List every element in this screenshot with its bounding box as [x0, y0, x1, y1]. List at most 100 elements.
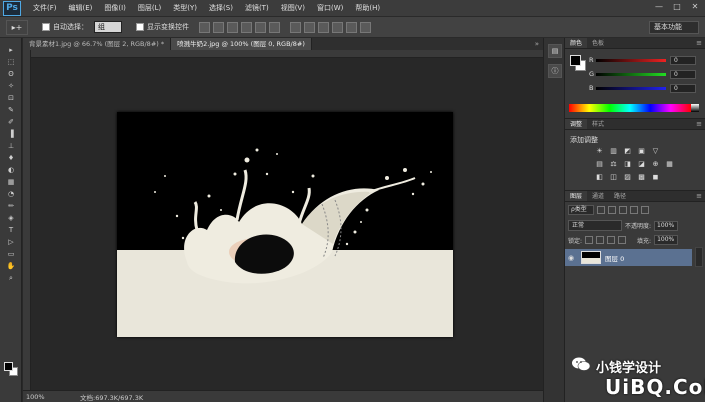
tab-background-material[interactable]: 背景素材1.jpg @ 66.7% (图层 2, RGB/8#) *: [23, 38, 172, 50]
tool-icon-3[interactable]: ✧: [3, 81, 19, 92]
filter-smart-icon[interactable]: [641, 206, 649, 214]
adjustment-icon-2-4[interactable]: ◼: [651, 173, 660, 182]
color-spectrum[interactable]: [569, 104, 691, 112]
green-slider[interactable]: [596, 72, 666, 76]
tab-paths[interactable]: 路径: [609, 191, 631, 201]
menu-item-8[interactable]: 窗口(W): [311, 3, 349, 13]
adjustment-icon-1-3[interactable]: ◪: [637, 160, 646, 169]
adjustment-icon-1-5[interactable]: ▦: [665, 160, 674, 169]
move-tool-preset[interactable]: ▸+: [6, 19, 28, 35]
tool-icon-7[interactable]: ▐: [3, 129, 19, 140]
menu-item-0[interactable]: 文件(F): [27, 3, 63, 13]
distribute-bottom-icon[interactable]: [318, 21, 329, 33]
align-top-icon[interactable]: [199, 21, 210, 33]
tool-icon-16[interactable]: ▷: [3, 237, 19, 248]
tool-icon-11[interactable]: ▦: [3, 177, 19, 188]
red-value[interactable]: 0: [670, 55, 696, 65]
tab-overflow-icon[interactable]: »: [535, 38, 543, 50]
tool-icon-6[interactable]: ✐: [3, 117, 19, 128]
lock-all-icon[interactable]: [618, 236, 627, 244]
layers-panel-menu-icon[interactable]: ≡: [696, 191, 705, 201]
horizontal-ruler[interactable]: [31, 50, 543, 58]
distribute-left-icon[interactable]: [332, 21, 343, 33]
adjustment-icon-1-2[interactable]: ◨: [623, 160, 632, 169]
maximize-button[interactable]: □: [671, 2, 683, 12]
red-slider[interactable]: [596, 58, 666, 62]
blue-slider[interactable]: [596, 86, 666, 90]
auto-select-dropdown[interactable]: 组: [94, 21, 122, 33]
color-fg-swatch[interactable]: [570, 55, 581, 66]
tool-icon-14[interactable]: ◈: [3, 213, 19, 224]
filter-type-icon[interactable]: [619, 206, 627, 214]
adjustment-icon-0-3[interactable]: ▣: [637, 147, 646, 156]
menu-item-9[interactable]: 帮助(H): [349, 3, 386, 13]
canvas-area[interactable]: [23, 50, 543, 390]
tool-icon-1[interactable]: ⬚: [3, 57, 19, 68]
adjustment-icon-2-1[interactable]: ◫: [609, 173, 618, 182]
fill-field[interactable]: 100%: [654, 235, 679, 245]
blend-mode-dropdown[interactable]: 正常: [568, 220, 622, 231]
align-right-icon[interactable]: [269, 21, 280, 33]
menu-item-6[interactable]: 滤镜(T): [239, 3, 275, 13]
tool-icon-13[interactable]: ✏: [3, 201, 19, 212]
align-bottom-icon[interactable]: [227, 21, 238, 33]
tool-icon-9[interactable]: ♦: [3, 153, 19, 164]
menu-item-4[interactable]: 类型(Y): [167, 3, 203, 13]
document-canvas[interactable]: [117, 112, 453, 337]
adjustment-icon-2-2[interactable]: ▨: [623, 173, 632, 182]
history-panel-icon[interactable]: ▤: [548, 44, 562, 58]
tool-icon-17[interactable]: ▭: [3, 249, 19, 260]
tool-icon-15[interactable]: T: [3, 225, 19, 236]
tool-icon-8[interactable]: ⊥: [3, 141, 19, 152]
adjustment-icon-0-1[interactable]: ▥: [609, 147, 618, 156]
align-hcenter-icon[interactable]: [255, 21, 266, 33]
filter-adjustment-icon[interactable]: [608, 206, 616, 214]
tab-layers[interactable]: 图层: [565, 191, 588, 201]
menu-item-2[interactable]: 图像(I): [98, 3, 132, 13]
layer-kind-filter[interactable]: ρ类型: [568, 205, 594, 215]
adjustment-icon-1-1[interactable]: ⚖: [609, 160, 618, 169]
layers-scrollbar[interactable]: [695, 247, 703, 267]
distribute-vcenter-icon[interactable]: [304, 21, 315, 33]
tool-icon-2[interactable]: ʘ: [3, 69, 19, 80]
auto-select-checkbox[interactable]: [42, 23, 50, 31]
adjustment-icon-0-2[interactable]: ◩: [623, 147, 632, 156]
menu-item-1[interactable]: 编辑(E): [63, 3, 99, 13]
menu-item-5[interactable]: 选择(S): [203, 3, 239, 13]
filter-shape-icon[interactable]: [630, 206, 638, 214]
grayscale-ramp[interactable]: [691, 104, 699, 112]
lock-position-icon[interactable]: [607, 236, 616, 244]
tool-icon-19[interactable]: ⌕: [3, 273, 19, 284]
align-vcenter-icon[interactable]: [213, 21, 224, 33]
tool-icon-5[interactable]: ✎: [3, 105, 19, 116]
tab-adjustments[interactable]: 调整: [565, 119, 588, 129]
adjustment-icon-2-3[interactable]: ▩: [637, 173, 646, 182]
lock-transparent-icon[interactable]: [585, 236, 594, 244]
adjustment-icon-0-4[interactable]: ▽: [651, 147, 660, 156]
distribute-hcenter-icon[interactable]: [346, 21, 357, 33]
close-button[interactable]: ✕: [689, 2, 701, 12]
adjustment-icon-1-0[interactable]: ▤: [595, 160, 604, 169]
panel-menu-icon[interactable]: ≡: [696, 38, 705, 48]
tool-icon-18[interactable]: ✋: [3, 261, 19, 272]
tool-icon-10[interactable]: ◐: [3, 165, 19, 176]
vertical-ruler[interactable]: [23, 50, 31, 390]
zoom-level[interactable]: 100%: [26, 393, 54, 401]
layer-row-0[interactable]: ◉ 图层 0: [565, 249, 692, 266]
tool-icon-12[interactable]: ◔: [3, 189, 19, 200]
opacity-field[interactable]: 100%: [654, 220, 679, 231]
minimize-button[interactable]: —: [653, 2, 665, 12]
tab-swatches[interactable]: 色板: [587, 38, 609, 48]
blue-value[interactable]: 0: [670, 83, 696, 93]
green-value[interactable]: 0: [670, 69, 696, 79]
tab-milk-splash[interactable]: 喷溅牛奶2.jpg @ 100% (图层 0, RGB/8#): [171, 38, 312, 50]
menu-item-7[interactable]: 视图(V): [275, 3, 311, 13]
adjustment-icon-0-0[interactable]: ☀: [595, 147, 604, 156]
tool-icon-0[interactable]: ▸: [3, 45, 19, 56]
distribute-right-icon[interactable]: [360, 21, 371, 33]
eye-icon[interactable]: ◉: [565, 254, 577, 262]
layer-name[interactable]: 图层 0: [605, 253, 624, 263]
tab-color[interactable]: 颜色: [565, 38, 588, 48]
adjustment-icon-1-4[interactable]: ⊕: [651, 160, 660, 169]
workspace-dropdown[interactable]: 基本功能: [649, 21, 699, 34]
